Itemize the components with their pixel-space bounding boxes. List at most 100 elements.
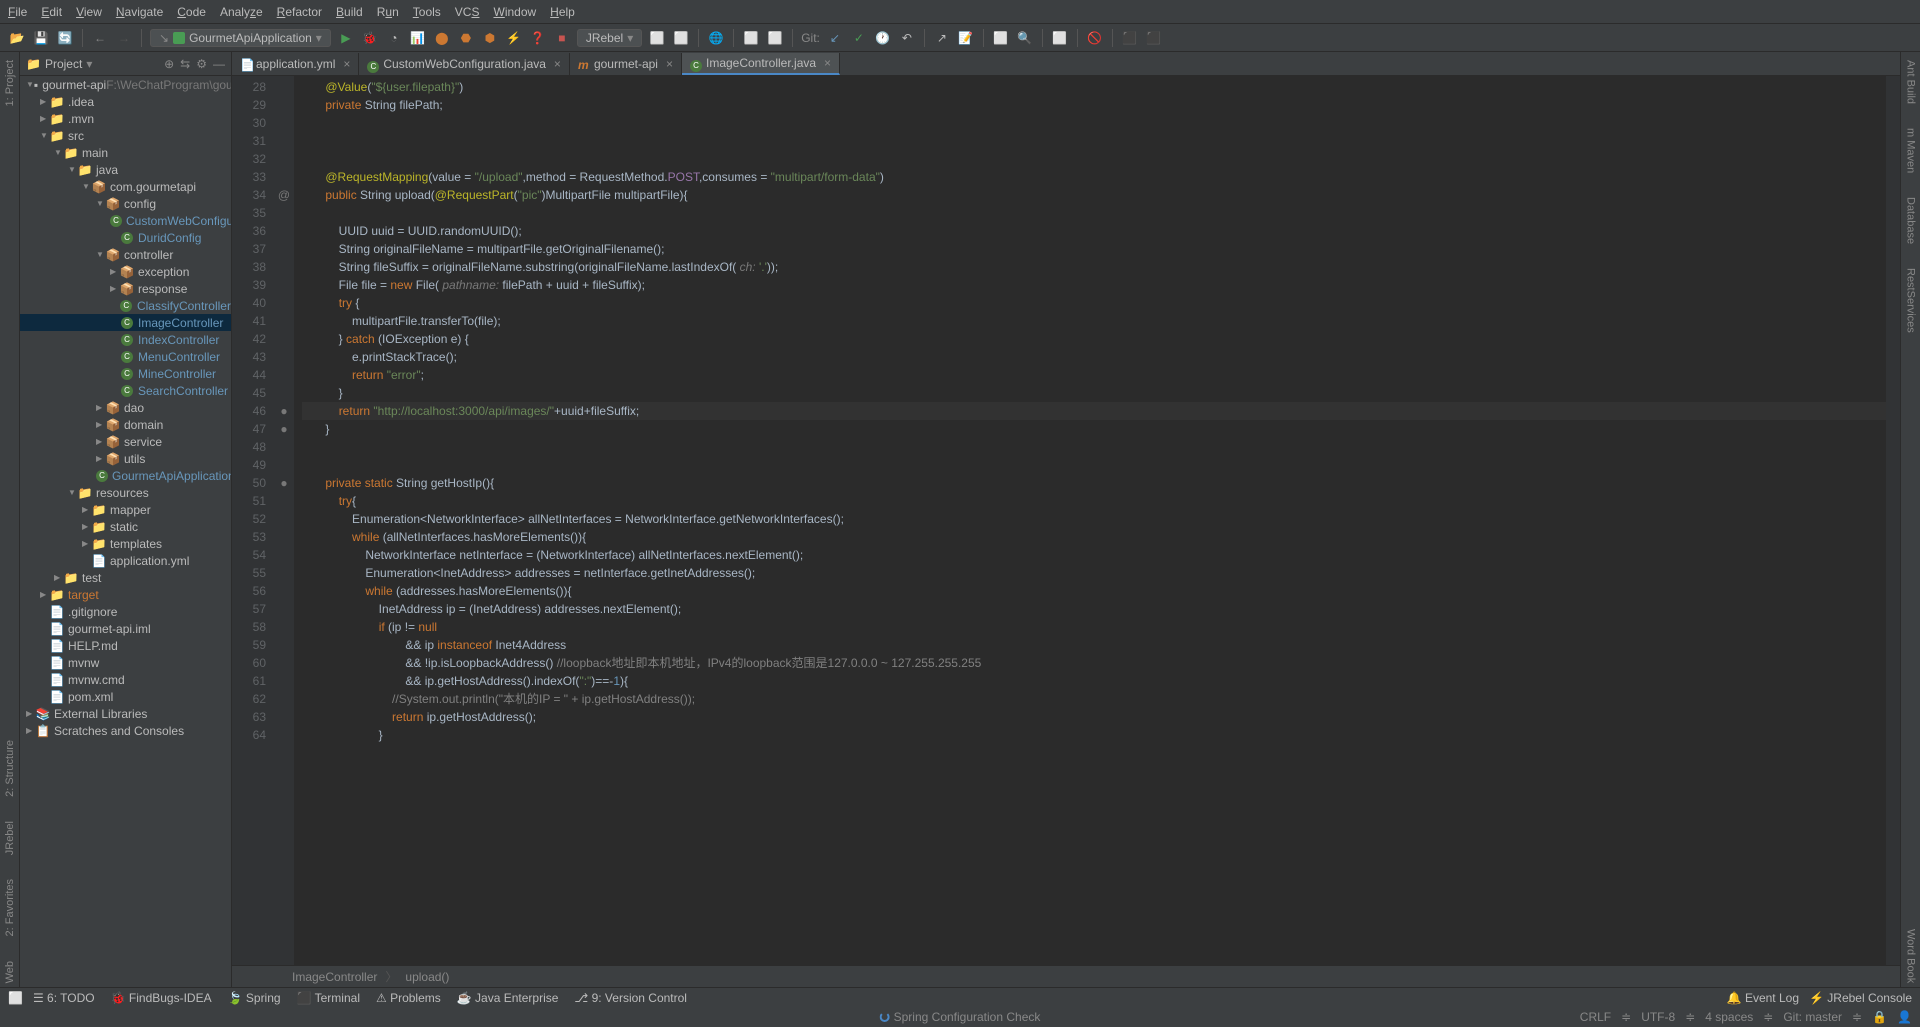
- menu-tools[interactable]: Tools: [413, 5, 441, 19]
- tree-item-searchcontroller[interactable]: CSearchController: [20, 382, 231, 399]
- tree-item-target[interactable]: ▶📁target: [20, 586, 231, 603]
- git-revert-icon[interactable]: ↶: [898, 29, 916, 47]
- tw-java-enterprise[interactable]: ☕ Java Enterprise: [457, 991, 559, 1005]
- tool-icon-3[interactable]: ⬢: [481, 29, 499, 47]
- tree-item-minecontroller[interactable]: CMineController: [20, 365, 231, 382]
- tw-rest[interactable]: RestServices: [1905, 264, 1917, 337]
- menu-help[interactable]: Help: [550, 5, 575, 19]
- tw-database[interactable]: Database: [1905, 193, 1917, 248]
- tree-item-indexcontroller[interactable]: CIndexController: [20, 331, 231, 348]
- tw-problems[interactable]: ⚠ Problems: [376, 991, 441, 1005]
- sync-icon[interactable]: 🔄: [56, 29, 74, 47]
- run-config-selector[interactable]: ↘ GourmetApiApplication ▾: [150, 29, 331, 47]
- collapse-icon[interactable]: ⇆: [180, 57, 190, 71]
- tree-item-response[interactable]: ▶📦response: [20, 280, 231, 297]
- tw-terminal[interactable]: ⬛ Terminal: [297, 991, 360, 1005]
- tree-item-main[interactable]: ▼📁main: [20, 144, 231, 161]
- tw-project[interactable]: 1: Project: [4, 56, 16, 110]
- git-history-icon[interactable]: 🕐: [874, 29, 892, 47]
- tree-item-imagecontroller[interactable]: CImageController: [20, 314, 231, 331]
- tree-item-static[interactable]: ▶📁static: [20, 518, 231, 535]
- tree-item-config[interactable]: ▼📦config: [20, 195, 231, 212]
- tree-item-duridconfig[interactable]: CDuridConfig: [20, 229, 231, 246]
- tree-item-domain[interactable]: ▶📦domain: [20, 416, 231, 433]
- tool-icon-8[interactable]: ⬜: [742, 29, 760, 47]
- tab-gourmet-api[interactable]: mgourmet-api×: [570, 53, 682, 75]
- hide-icon[interactable]: —: [213, 57, 225, 71]
- tool-icon-15[interactable]: ⬛: [1121, 29, 1139, 47]
- tw-favorites[interactable]: 2: Favorites: [4, 875, 16, 940]
- tree-item-mvnw-cmd[interactable]: 📄mvnw.cmd: [20, 671, 231, 688]
- tool-icon-7[interactable]: ⬜: [672, 29, 690, 47]
- settings-icon[interactable]: ⚙: [196, 57, 207, 71]
- git-commit-icon[interactable]: ✓: [850, 29, 868, 47]
- save-icon[interactable]: 💾: [32, 29, 50, 47]
- status-icon[interactable]: 👤: [1897, 1010, 1912, 1024]
- tree-item-pom-xml[interactable]: 📄pom.xml: [20, 688, 231, 705]
- tool-icon-5[interactable]: ❓: [529, 29, 547, 47]
- tool-icon[interactable]: ⬤: [433, 29, 451, 47]
- coverage-icon[interactable]: ◔: [385, 29, 403, 47]
- tool-icon-14[interactable]: 🚫: [1086, 29, 1104, 47]
- tw-9--version-control[interactable]: ⎇ 9: Version Control: [574, 991, 687, 1005]
- tree-item--gitignore[interactable]: 📄.gitignore: [20, 603, 231, 620]
- tool-icon-4[interactable]: ⚡: [505, 29, 523, 47]
- menu-vcs[interactable]: VCS: [455, 5, 480, 19]
- menu-refactor[interactable]: Refactor: [277, 5, 322, 19]
- tool-icon-13[interactable]: ⬜: [1051, 29, 1069, 47]
- line-numbers[interactable]: 2829303132333435363738394041424344454647…: [232, 76, 274, 965]
- tool-icon-16[interactable]: ⬛: [1145, 29, 1163, 47]
- tab-application-yml[interactable]: 📄application.yml×: [232, 53, 359, 75]
- editor-scrollbar[interactable]: [1886, 76, 1900, 965]
- tree-item-com-gourmetapi[interactable]: ▼📦com.gourmetapi: [20, 178, 231, 195]
- tool-icon-11[interactable]: 📝: [957, 29, 975, 47]
- menu-edit[interactable]: Edit: [41, 5, 62, 19]
- tree-item-mvnw[interactable]: 📄mvnw: [20, 654, 231, 671]
- project-tree[interactable]: ▼▪gourmet-api F:\WeChatProgram\gourm▶📁.i…: [20, 76, 231, 987]
- tool-icon-2[interactable]: ⬣: [457, 29, 475, 47]
- profile-icon[interactable]: 📊: [409, 29, 427, 47]
- tree-item--mvn[interactable]: ▶📁.mvn: [20, 110, 231, 127]
- git-update-icon[interactable]: ↙: [826, 29, 844, 47]
- tree-item-gourmet-api-iml[interactable]: 📄gourmet-api.iml: [20, 620, 231, 637]
- tw-maven[interactable]: m Maven: [1905, 124, 1917, 177]
- lock-icon[interactable]: 🔒: [1872, 1010, 1887, 1024]
- search-icon[interactable]: 🔍: [1016, 29, 1034, 47]
- tree-item-service[interactable]: ▶📦service: [20, 433, 231, 450]
- menu-code[interactable]: Code: [177, 5, 206, 19]
- menu-build[interactable]: Build: [336, 5, 363, 19]
- tree-item-external-libraries[interactable]: ▶📚External Libraries: [20, 705, 231, 722]
- encoding[interactable]: UTF-8: [1641, 1010, 1675, 1024]
- locate-icon[interactable]: ⊕: [164, 57, 174, 71]
- menu-navigate[interactable]: Navigate: [116, 5, 163, 19]
- tree-item-java[interactable]: ▼📁java: [20, 161, 231, 178]
- breadcrumb-class[interactable]: ImageController: [292, 970, 377, 984]
- tree-item--idea[interactable]: ▶📁.idea: [20, 93, 231, 110]
- tree-item-mapper[interactable]: ▶📁mapper: [20, 501, 231, 518]
- gutter-marks[interactable]: @●●●: [274, 76, 294, 965]
- tw-findbugs-idea[interactable]: 🐞 FindBugs-IDEA: [111, 991, 212, 1005]
- project-panel-title[interactable]: 📁Project▾: [26, 57, 164, 71]
- tree-item-templates[interactable]: ▶📁templates: [20, 535, 231, 552]
- event-log[interactable]: 🔔 Event Log: [1727, 991, 1799, 1005]
- tree-item-exception[interactable]: ▶📦exception: [20, 263, 231, 280]
- tree-item-dao[interactable]: ▶📦dao: [20, 399, 231, 416]
- tree-item-gourmetapiapplication[interactable]: CGourmetApiApplication: [20, 467, 231, 484]
- jrebel-selector[interactable]: JRebel ▾: [577, 29, 642, 47]
- tree-item-controller[interactable]: ▼📦controller: [20, 246, 231, 263]
- tool-icon-9[interactable]: ⬜: [766, 29, 784, 47]
- tw-jrebel[interactable]: JRebel: [4, 817, 16, 859]
- tree-item-customwebconfigura[interactable]: CCustomWebConfigura: [20, 212, 231, 229]
- menu-analyze[interactable]: Analyze: [220, 5, 263, 19]
- menu-file[interactable]: File: [8, 5, 27, 19]
- debug-icon[interactable]: 🐞: [361, 29, 379, 47]
- menu-run[interactable]: Run: [377, 5, 399, 19]
- menu-window[interactable]: Window: [493, 5, 536, 19]
- breadcrumb-method[interactable]: upload(): [405, 970, 449, 984]
- stop-icon[interactable]: ■: [553, 29, 571, 47]
- browser-icon[interactable]: 🌐: [707, 29, 725, 47]
- tree-item-utils[interactable]: ▶📦utils: [20, 450, 231, 467]
- tab-customwebconfiguration-java[interactable]: CCustomWebConfiguration.java×: [359, 53, 570, 75]
- tw-spring[interactable]: 🍃 Spring: [228, 991, 281, 1005]
- back-icon[interactable]: ←: [91, 29, 109, 47]
